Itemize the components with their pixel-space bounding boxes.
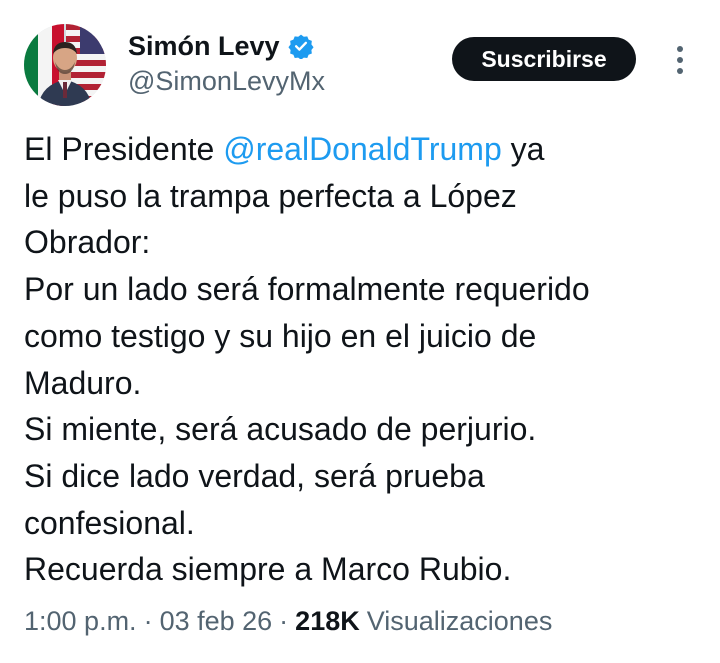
subscribe-button[interactable]: Suscribirse bbox=[452, 37, 636, 81]
more-vertical-icon[interactable] bbox=[668, 40, 692, 80]
verified-badge-icon bbox=[287, 33, 314, 60]
meta-separator: · bbox=[143, 606, 153, 636]
tweet-text-segment: El Presidente bbox=[24, 131, 224, 167]
tweet-line: como testigo y su hijo en el juicio de bbox=[24, 317, 537, 354]
tweet-text-segment: ya bbox=[501, 131, 545, 167]
author-info: Simón Levy @SimonLevyMx bbox=[128, 28, 325, 97]
tweet-line: Si miente, será acusado de perjurio. bbox=[24, 411, 537, 448]
meta-separator: · bbox=[279, 606, 289, 636]
tweet-line: le puso la trampa perfecta a López bbox=[24, 177, 517, 214]
tweet-date[interactable]: 03 feb 26 bbox=[160, 606, 273, 637]
name-row: Simón Levy bbox=[128, 28, 325, 64]
tweet-meta: 1:00 p.m. · 03 feb 26 · 218K Visualizaci… bbox=[24, 606, 552, 637]
more-dot bbox=[677, 46, 683, 52]
tweet-line: Obrador: bbox=[24, 224, 151, 261]
avatar[interactable] bbox=[24, 24, 106, 106]
mention-link[interactable]: @realDonaldTrump bbox=[223, 131, 502, 167]
tweet-line: Por un lado será formalmente requerido bbox=[24, 271, 590, 308]
author-display-name[interactable]: Simón Levy bbox=[128, 31, 280, 62]
tweet-line: Maduro. bbox=[24, 364, 142, 401]
author-handle[interactable]: @SimonLevyMx bbox=[128, 66, 325, 97]
views-count[interactable]: 218K bbox=[295, 606, 360, 637]
tweet-text: El Presidente @realDonaldTrump ya le pus… bbox=[24, 126, 704, 593]
tweet-line: confesional. bbox=[24, 504, 195, 541]
tweet-line: Si dice lado verdad, será prueba bbox=[24, 457, 485, 494]
more-dot bbox=[677, 57, 683, 63]
tweet-time[interactable]: 1:00 p.m. bbox=[24, 606, 137, 637]
tweet-line: Recuerda siempre a Marco Rubio. bbox=[24, 551, 512, 588]
views-label: Visualizaciones bbox=[366, 606, 553, 636]
tweet-line: El Presidente @realDonaldTrump ya bbox=[24, 126, 704, 173]
more-dot bbox=[677, 68, 683, 74]
